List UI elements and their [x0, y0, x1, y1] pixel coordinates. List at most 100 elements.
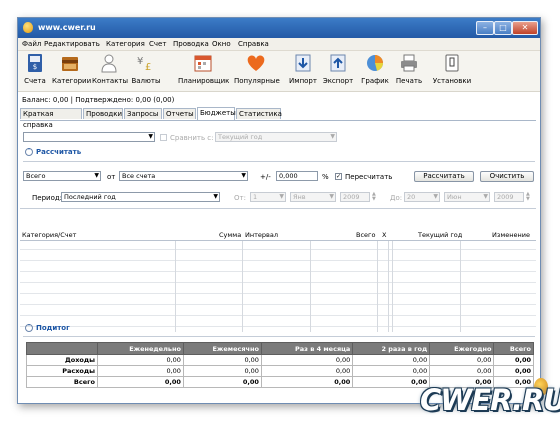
- col-current-year[interactable]: Текущий год: [418, 231, 462, 239]
- toolbar-print-button[interactable]: Печать: [394, 53, 424, 89]
- table-row: Доходы 0,00 0,00 0,00 0,00 0,00 0,00: [26, 354, 534, 366]
- recalc-label: Пересчитать: [345, 173, 393, 181]
- compare-checkbox[interactable]: [160, 134, 167, 141]
- tab-budgets[interactable]: Бюджеты: [197, 107, 236, 120]
- to-day-select[interactable]: 20 ▼: [404, 192, 440, 202]
- tab-statistics[interactable]: Статистика: [236, 108, 282, 119]
- toolbar-popular-button[interactable]: Популярные: [234, 53, 280, 89]
- calculate-button[interactable]: Рассчитать: [414, 171, 474, 182]
- period-label: Период:: [32, 194, 63, 202]
- title-bar[interactable]: www.cwer.ru – □ ✕: [18, 18, 540, 38]
- summary-col-4months: Раз в 4 месяца: [260, 342, 354, 355]
- balance-status: Баланс: 0,00 | Подтверждено: 0,00 (0,00): [22, 96, 175, 104]
- spinner-arrows-icon[interactable]: ▲ ▼: [526, 192, 530, 202]
- summary-col-monthly: Ежемесячно: [182, 342, 262, 355]
- collapse-icon: ˄: [25, 324, 33, 332]
- tab-divider: [20, 120, 536, 121]
- toolbar-contacts-button[interactable]: Контакты: [92, 53, 128, 89]
- form-divider: [20, 208, 536, 209]
- summary-col-weekly: Еженедельно: [97, 342, 184, 355]
- budget-grid[interactable]: [20, 241, 536, 332]
- to-year-spinner[interactable]: 2009: [494, 192, 524, 202]
- budget-grid-header: Категория/Счет Сумма Интервал Всего X Те…: [20, 230, 536, 241]
- toolbar-settings-button[interactable]: Установки: [432, 53, 472, 89]
- menu-help[interactable]: Справка: [238, 40, 269, 48]
- amount-input[interactable]: 0,000: [276, 171, 318, 181]
- col-total[interactable]: Всего: [356, 231, 375, 239]
- pie-chart-icon: [367, 55, 384, 71]
- to-date-label: До:: [390, 194, 403, 202]
- tab-queries[interactable]: Запросы: [124, 108, 162, 119]
- minimize-button[interactable]: –: [476, 21, 494, 35]
- chevron-down-icon: ▼: [433, 193, 438, 200]
- subtotal-table: Еженедельно Ежемесячно Раз в 4 месяца 2 …: [26, 342, 534, 388]
- menu-transaction[interactable]: Проводка: [173, 40, 209, 48]
- app-window: www.cwer.ru – □ ✕ Файл Редактировать Кат…: [17, 17, 541, 404]
- account-select[interactable]: Все счета ▼: [119, 171, 248, 181]
- toolbar-currencies-button[interactable]: ¥ £ Валюты: [130, 53, 162, 89]
- svg-text:$: $: [33, 63, 37, 71]
- from-label: от: [107, 173, 116, 181]
- toolbar-categories-button[interactable]: Категории: [52, 53, 91, 89]
- menu-file[interactable]: Файл: [22, 40, 41, 48]
- from-day-select[interactable]: 1 ▼: [250, 192, 286, 202]
- col-change[interactable]: Изменение: [492, 231, 530, 239]
- maximize-button[interactable]: □: [494, 21, 512, 35]
- folder-icon: [62, 57, 78, 71]
- budget-select[interactable]: ▼: [23, 132, 155, 142]
- plus-minus-label: +/-: [260, 173, 271, 181]
- chevron-down-icon: ▼: [483, 193, 488, 200]
- calendar-icon: [194, 55, 212, 72]
- chevron-down-icon: ▼: [329, 193, 334, 200]
- summary-col-biannual: 2 раза в год: [352, 342, 431, 355]
- app-logo-icon: [23, 22, 33, 33]
- menu-category[interactable]: Категория: [106, 40, 145, 48]
- subtotal-section-header[interactable]: ˄ Подитог: [25, 324, 70, 332]
- chevron-down-icon: ▼: [279, 193, 284, 200]
- close-button[interactable]: ✕: [512, 21, 538, 35]
- toolbar-import-button[interactable]: Импорт: [288, 53, 318, 89]
- ledger-icon: $: [28, 54, 42, 72]
- currency-icon: ¥£: [137, 56, 151, 73]
- section-divider: [23, 161, 535, 162]
- chevron-down-icon: ▼: [94, 172, 99, 179]
- tab-summary[interactable]: Краткая справка: [20, 108, 82, 129]
- section-divider: [23, 336, 535, 337]
- col-category[interactable]: Категория/Счет: [22, 231, 76, 239]
- toolbar-scheduler-button[interactable]: Планировщик: [178, 53, 229, 89]
- tab-reports[interactable]: Отчеты: [163, 108, 196, 119]
- toolbar-accounts-button[interactable]: $ Счета: [22, 53, 48, 89]
- tab-transactions[interactable]: Проводки: [83, 108, 123, 119]
- from-month-select[interactable]: Янв ▼: [290, 192, 336, 202]
- compare-label: Сравнить с:: [170, 134, 214, 142]
- toolbar-export-button[interactable]: Экспорт: [322, 53, 354, 89]
- chevron-down-icon: ▼: [330, 133, 335, 140]
- period-select[interactable]: Последний год ▼: [61, 192, 220, 202]
- compare-select[interactable]: Текущий год ▼: [215, 132, 337, 142]
- to-month-select[interactable]: Июн ▼: [444, 192, 490, 202]
- window-title: www.cwer.ru: [38, 23, 96, 32]
- menu-account[interactable]: Счет: [149, 40, 166, 48]
- col-interval[interactable]: Интервал: [245, 231, 278, 239]
- menu-edit[interactable]: Редактировать: [44, 40, 100, 48]
- calc-type-select[interactable]: Всего ▼: [23, 171, 101, 181]
- recalc-checkbox[interactable]: ✓: [335, 173, 342, 180]
- summary-col-total: Всего: [493, 342, 534, 355]
- summary-col-yearly: Ежегодно: [429, 342, 495, 355]
- clear-button[interactable]: Очистить: [480, 171, 534, 182]
- printer-icon: [401, 54, 417, 72]
- spinner-arrows-icon[interactable]: ▲ ▼: [372, 192, 376, 202]
- heart-icon: [247, 55, 265, 71]
- collapse-icon: ˄: [25, 148, 33, 156]
- chevron-down-icon: ▼: [213, 193, 218, 200]
- export-icon: [330, 54, 346, 72]
- svg-text:¥: ¥: [137, 56, 143, 67]
- menu-window[interactable]: Окно: [212, 40, 231, 48]
- calculate-section-header[interactable]: ˄ Рассчитать: [25, 148, 81, 156]
- from-year-spinner[interactable]: 2009: [340, 192, 370, 202]
- col-amount[interactable]: Сумма: [219, 231, 241, 239]
- from-date-label: От:: [234, 194, 246, 202]
- col-x[interactable]: X: [382, 231, 386, 239]
- toolbar-chart-button[interactable]: График: [360, 53, 390, 89]
- chevron-down-icon: ▼: [148, 133, 153, 140]
